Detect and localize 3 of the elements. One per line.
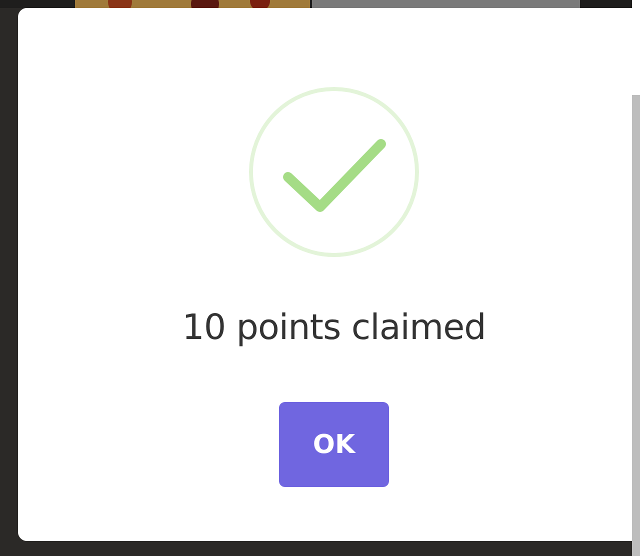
dialog-title: 10 points claimed	[182, 308, 486, 348]
ok-button[interactable]: OK	[279, 402, 389, 487]
checkmark-icon	[248, 86, 420, 258]
